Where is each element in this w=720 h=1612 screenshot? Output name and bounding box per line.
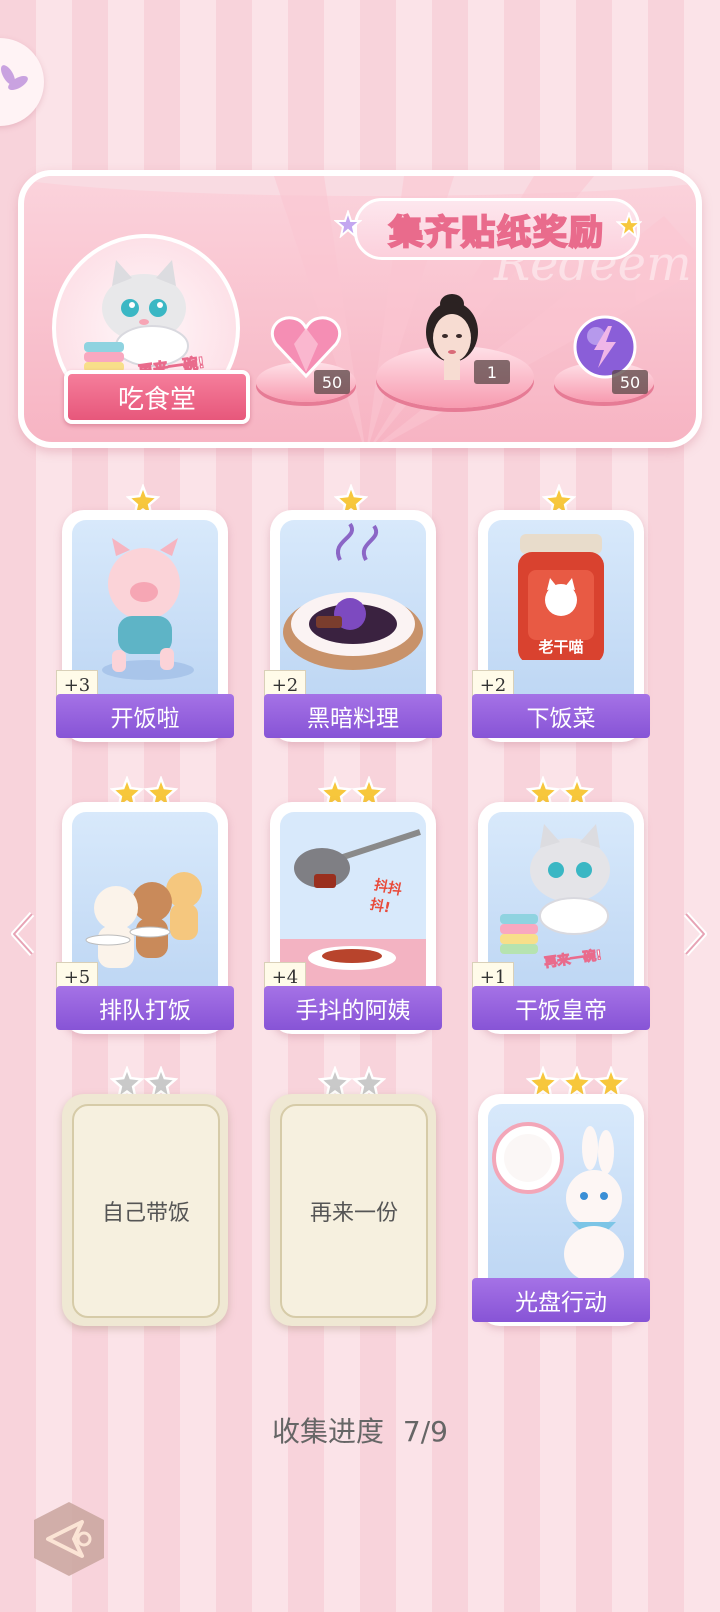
card-name-2: 黑暗料理 — [264, 694, 442, 738]
gold-star-icon — [616, 212, 642, 238]
sticker-card-3[interactable]: 老干喵 +2 下饭菜 — [472, 510, 650, 742]
banner-title: 集齐贴纸奖励 — [354, 198, 640, 260]
card-name-7: 自己带饭 — [72, 1104, 220, 1318]
card-name-6: 干饭皇帝 — [472, 986, 650, 1030]
sticker-card-7-locked[interactable]: 自己带饭 — [62, 1094, 228, 1326]
sticker-card-5[interactable]: 抖抖抖! +4 手抖的阿姨 — [264, 802, 442, 1034]
sticker-card-1[interactable]: +3 开饭啦 — [56, 510, 234, 742]
card-name-1: 开饭啦 — [56, 694, 234, 738]
card-name-9: 光盘行动 — [472, 1278, 650, 1322]
reward-count-1: 50 — [314, 370, 350, 394]
ladle-shake-text: 抖抖抖! — [368, 877, 404, 917]
sticker-reward-banner: Redeem 集齐贴纸奖励 再来一碗! 吃食堂 50 1 50 — [18, 170, 702, 448]
sticker-card-9[interactable]: 光盘行动 — [472, 1094, 650, 1326]
sticker-card-4[interactable]: +5 排队打饭 — [56, 802, 234, 1034]
prev-page-arrow-icon[interactable] — [8, 910, 38, 958]
menu-corner-button[interactable] — [0, 38, 44, 126]
jar-label: 老干喵 — [538, 638, 584, 656]
card-name-8: 再来一份 — [280, 1104, 428, 1318]
reward-count-3: 50 — [612, 370, 648, 394]
collection-progress: 收集进度 7/9 — [0, 1410, 720, 1450]
progress-label: 收集进度 — [272, 1415, 385, 1448]
card-name-3: 下饭菜 — [472, 694, 650, 738]
back-button[interactable] — [30, 1500, 108, 1578]
purple-star-icon — [334, 210, 362, 238]
sticker-card-2[interactable]: +2 黑暗料理 — [264, 510, 442, 742]
card-name-4: 排队打饭 — [56, 986, 234, 1030]
petal-icon — [1, 65, 28, 90]
sticker-card-8-locked[interactable]: 再来一份 — [270, 1094, 436, 1326]
reward-count-2: 1 — [474, 360, 510, 384]
canteen-label: 吃食堂 — [64, 370, 250, 424]
card-name-5: 手抖的阿姨 — [264, 986, 442, 1030]
next-page-arrow-icon[interactable] — [680, 910, 710, 958]
progress-value: 7/9 — [402, 1415, 448, 1448]
sticker-card-6[interactable]: 再来一碗! +1 干饭皇帝 — [472, 802, 650, 1034]
